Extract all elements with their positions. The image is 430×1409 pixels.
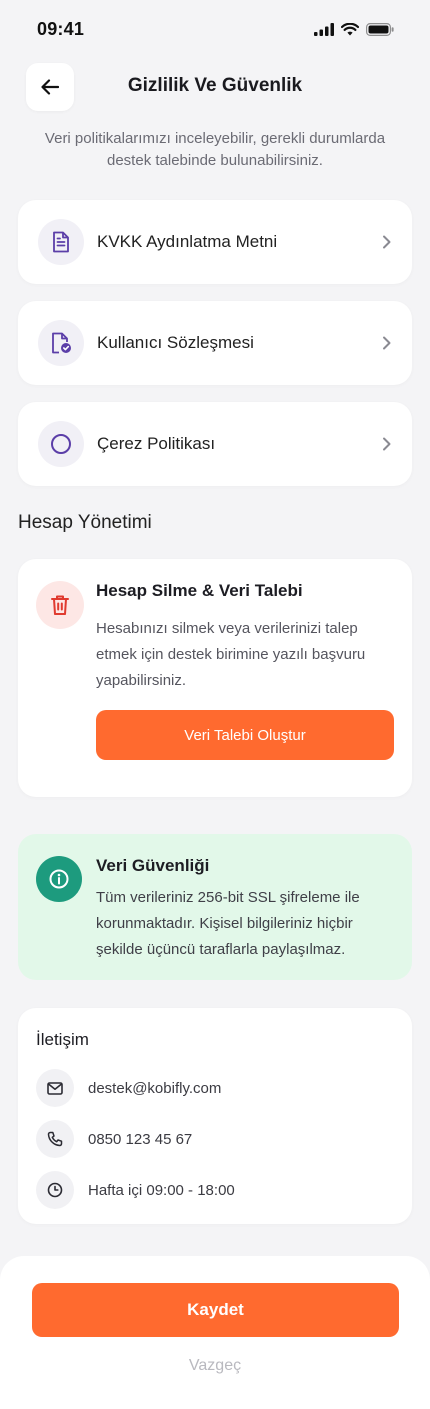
security-description: Tüm verileriniz 256-bit SSL şifreleme il… xyxy=(96,889,360,958)
section-title-account: Hesap Yönetimi xyxy=(18,512,152,533)
account-deletion-card: Hesap Silme & Veri Talebi Hesabınızı sil… xyxy=(18,559,412,797)
contact-hours: Hafta içi 09:00 - 18:00 xyxy=(88,1181,235,1199)
save-button[interactable]: Kaydet xyxy=(32,1283,399,1337)
page-title: Gizlilik Ve Güvenlik xyxy=(127,75,303,96)
contact-hours-row: Hafta içi 09:00 - 18:00 xyxy=(36,1171,235,1209)
account-card-description: Hesabınızı silmek veya verilerinizi tale… xyxy=(96,620,366,689)
create-data-request-button[interactable]: Veri Talebi Oluştur xyxy=(96,710,394,760)
chevron-right-icon xyxy=(382,437,392,451)
menu-item-user-agreement[interactable]: Kullanıcı Sözleşmesi xyxy=(18,301,412,385)
chevron-right-icon xyxy=(382,336,392,350)
menu-item-label: Kullanıcı Sözleşmesi xyxy=(97,333,254,352)
data-security-card: Veri Güvenliği Tüm verileriniz 256-bit S… xyxy=(18,834,412,980)
info-icon xyxy=(36,856,82,902)
contact-email: destek@kobifly.com xyxy=(88,1079,222,1097)
contact-card: İletişim destek@kobifly.com 0850 123 45 … xyxy=(18,1008,412,1224)
header: Gizlilik Ve Güvenlik xyxy=(0,63,430,111)
phone-icon xyxy=(36,1120,74,1158)
circle-icon xyxy=(38,421,84,467)
contact-title: İletişim xyxy=(36,1030,89,1049)
status-time: 09:41 xyxy=(37,18,85,39)
account-card-title: Hesap Silme & Veri Talebi xyxy=(96,581,303,600)
bottom-action-panel: Kaydet Vazgeç xyxy=(0,1256,430,1409)
security-title: Veri Güvenliği xyxy=(96,856,210,875)
document-check-icon xyxy=(38,320,84,366)
cellular-signal-icon xyxy=(314,22,334,36)
menu-item-cookie-policy[interactable]: Çerez Politikası xyxy=(18,402,412,486)
battery-icon xyxy=(366,22,394,36)
wifi-icon xyxy=(341,22,359,35)
status-bar: 09:41 xyxy=(0,0,430,58)
menu-item-kvkk[interactable]: KVKK Aydınlatma Metni xyxy=(18,200,412,284)
contact-phone: 0850 123 45 67 xyxy=(88,1130,193,1148)
document-icon xyxy=(38,219,84,265)
cancel-button[interactable]: Vazgeç xyxy=(0,1357,430,1375)
chevron-right-icon xyxy=(382,235,392,249)
status-icons xyxy=(314,22,394,36)
page-subtitle: Veri politikalarımızı inceleyebilir, ger… xyxy=(44,130,386,169)
menu-item-label: KVKK Aydınlatma Metni xyxy=(97,232,278,251)
contact-email-row[interactable]: destek@kobifly.com xyxy=(36,1069,221,1107)
menu-item-label: Çerez Politikası xyxy=(97,434,216,453)
trash-icon xyxy=(36,581,84,629)
mail-icon xyxy=(36,1069,74,1107)
clock-icon xyxy=(36,1171,74,1209)
contact-phone-row[interactable]: 0850 123 45 67 xyxy=(36,1120,192,1158)
